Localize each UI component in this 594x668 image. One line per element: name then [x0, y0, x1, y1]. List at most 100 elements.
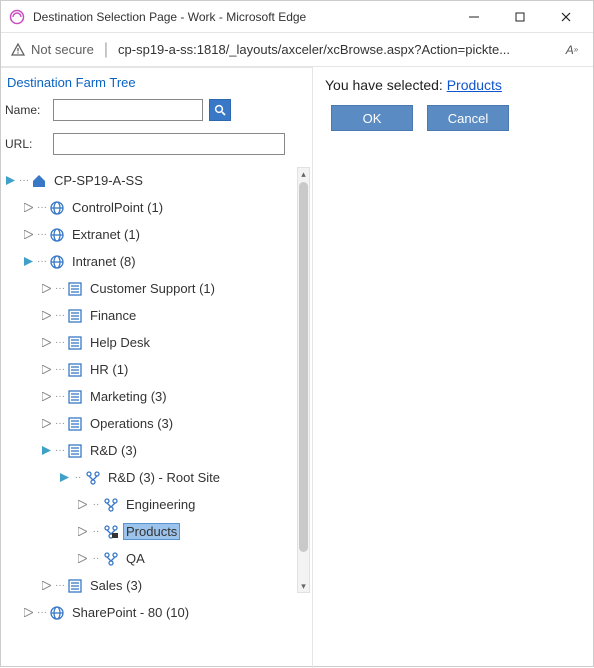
- list-icon: [67, 308, 83, 324]
- expand-icon[interactable]: [41, 419, 51, 429]
- name-input[interactable]: [53, 99, 203, 121]
- app-favicon: [9, 9, 25, 25]
- tree-connector: ···: [35, 229, 49, 240]
- tree-connector: ···: [53, 418, 67, 429]
- address-separator: |: [104, 41, 108, 59]
- tree-connector: ···: [35, 607, 49, 618]
- list-icon: [67, 281, 83, 297]
- window-title: Destination Selection Page - Work - Micr…: [33, 10, 451, 24]
- tree-connector: ···: [17, 175, 31, 186]
- tree-node-label: Help Desk: [87, 334, 153, 351]
- tree-node-label: R&D (3) - Root Site: [105, 469, 223, 486]
- collapse-icon[interactable]: [59, 473, 69, 483]
- expand-icon[interactable]: [41, 311, 51, 321]
- tree-node-rd-root[interactable]: ·· R&D (3) - Root Site: [5, 464, 298, 491]
- tree-node-label: CP-SP19-A-SS: [51, 172, 146, 189]
- read-aloud-icon[interactable]: A»: [561, 39, 583, 61]
- tree-connector: ···: [53, 391, 67, 402]
- url-input[interactable]: [53, 133, 285, 155]
- tree-node-label: HR (1): [87, 361, 131, 378]
- tree-connector: ···: [53, 337, 67, 348]
- window-close-button[interactable]: [543, 1, 589, 33]
- selection-text: You have selected: Products: [319, 75, 587, 105]
- tree-connector: ···: [53, 580, 67, 591]
- cancel-button[interactable]: Cancel: [427, 105, 509, 131]
- expand-icon[interactable]: [23, 203, 33, 213]
- tree-node-controlpoint[interactable]: ··· ControlPoint (1): [5, 194, 298, 221]
- address-url[interactable]: cp-sp19-a-ss:1818/_layouts/axceler/xcBro…: [118, 42, 551, 57]
- tree-connector: ···: [53, 310, 67, 321]
- tree-node-extranet[interactable]: ··· Extranet (1): [5, 221, 298, 248]
- tree-connector: ··: [71, 472, 85, 483]
- farm-tree[interactable]: ··· CP-SP19-A-SS ··· ControlPoint (1) ··…: [1, 165, 312, 628]
- site-icon: [103, 497, 119, 513]
- site-icon: [85, 470, 101, 486]
- tree-node-sales[interactable]: ··· Sales (3): [5, 572, 298, 599]
- name-label: Name:: [5, 103, 47, 117]
- list-icon: [67, 443, 83, 459]
- expand-icon[interactable]: [41, 338, 51, 348]
- list-icon: [67, 362, 83, 378]
- tree-node-hr[interactable]: ··· HR (1): [5, 356, 298, 383]
- tree-node-label: Extranet (1): [69, 226, 143, 243]
- not-secure-indicator[interactable]: Not secure: [11, 42, 94, 57]
- collapse-icon[interactable]: [5, 176, 15, 186]
- tree-node-label: Sales (3): [87, 577, 145, 594]
- tree-node-helpdesk[interactable]: ··· Help Desk: [5, 329, 298, 356]
- window-minimize-button[interactable]: [451, 1, 497, 33]
- expand-icon[interactable]: [41, 392, 51, 402]
- tree-node-rd[interactable]: ··· R&D (3): [5, 437, 298, 464]
- tree-node-finance[interactable]: ··· Finance: [5, 302, 298, 329]
- right-panel: You have selected: Products OK Cancel: [313, 67, 593, 668]
- window-maximize-button[interactable]: [497, 1, 543, 33]
- tree-node-marketing[interactable]: ··· Marketing (3): [5, 383, 298, 410]
- collapse-icon[interactable]: [23, 257, 33, 267]
- tree-node-label: QA: [123, 550, 148, 567]
- tree-connector: ···: [53, 283, 67, 294]
- tree-node-label: R&D (3): [87, 442, 140, 459]
- tree-node-label: Intranet (8): [69, 253, 139, 270]
- tree-node-products[interactable]: ·· Products: [5, 518, 298, 545]
- expand-icon[interactable]: [41, 284, 51, 294]
- tree-node-engineering[interactable]: ·· Engineering: [5, 491, 298, 518]
- expand-icon[interactable]: [23, 230, 33, 240]
- expand-icon[interactable]: [41, 365, 51, 375]
- left-panel: Destination Farm Tree Name: URL: ··· CP-…: [1, 67, 313, 668]
- tree-node-customer-support[interactable]: ··· Customer Support (1): [5, 275, 298, 302]
- url-label: URL:: [5, 137, 47, 151]
- site-lock-icon: [103, 524, 119, 540]
- tree-connector: ···: [53, 364, 67, 375]
- tree-node-sharepoint[interactable]: ··· SharePoint - 80 (10): [5, 599, 298, 626]
- expand-icon[interactable]: [77, 527, 87, 537]
- search-button[interactable]: [209, 99, 231, 121]
- tree-connector: ···: [53, 445, 67, 456]
- scroll-up-icon[interactable]: ▴: [301, 168, 306, 180]
- globe-icon: [49, 227, 65, 243]
- tree-connector: ···: [35, 256, 49, 267]
- tree-node-operations[interactable]: ··· Operations (3): [5, 410, 298, 437]
- ok-button[interactable]: OK: [331, 105, 413, 131]
- browser-address-bar: Not secure | cp-sp19-a-ss:1818/_layouts/…: [1, 33, 593, 67]
- scrollbar-thumb[interactable]: [299, 182, 308, 552]
- scroll-down-icon[interactable]: ▾: [301, 580, 306, 592]
- expand-icon[interactable]: [77, 500, 87, 510]
- tree-node-label: Customer Support (1): [87, 280, 218, 297]
- expand-icon[interactable]: [77, 554, 87, 564]
- tree-node-farm-root[interactable]: ··· CP-SP19-A-SS: [5, 167, 298, 194]
- tree-connector: ··: [89, 526, 103, 537]
- not-secure-label: Not secure: [31, 42, 94, 57]
- tree-node-label: Operations (3): [87, 415, 176, 432]
- panel-title: Destination Farm Tree: [1, 72, 312, 93]
- list-icon: [67, 389, 83, 405]
- tree-node-intranet[interactable]: ··· Intranet (8): [5, 248, 298, 275]
- tree-node-label: Engineering: [123, 496, 198, 513]
- tree-node-qa[interactable]: ·· QA: [5, 545, 298, 572]
- collapse-icon[interactable]: [41, 446, 51, 456]
- globe-icon: [49, 254, 65, 270]
- tree-scrollbar[interactable]: ▴ ▾: [297, 167, 310, 593]
- tree-connector: ···: [35, 202, 49, 213]
- selected-link[interactable]: Products: [447, 77, 502, 93]
- home-icon: [31, 173, 47, 189]
- expand-icon[interactable]: [23, 608, 33, 618]
- expand-icon[interactable]: [41, 581, 51, 591]
